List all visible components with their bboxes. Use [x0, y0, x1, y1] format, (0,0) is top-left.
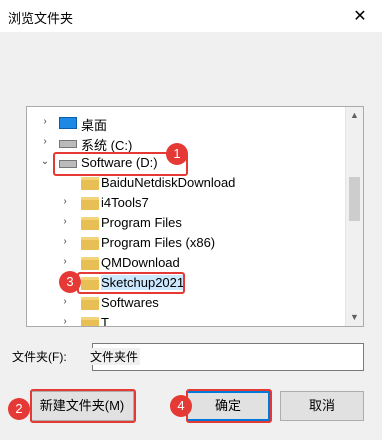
vertical-scrollbar[interactable]: ▲ ▼: [345, 107, 363, 326]
tree-item-label: i4Tools7: [101, 195, 149, 210]
badge-2: 2: [8, 398, 30, 420]
tree-item[interactable]: › T: [27, 313, 345, 327]
highlight-box-ok: [186, 389, 272, 423]
chevron-right-icon[interactable]: ›: [59, 296, 71, 310]
tree-item-label: BaiduNetdiskDownload: [101, 175, 236, 190]
highlight-box-sketchup: [77, 272, 185, 294]
desktop-icon: [59, 117, 77, 129]
chevron-right-icon[interactable]: ›: [59, 256, 71, 270]
window-title: 浏览文件夹: [8, 11, 74, 26]
tree-item[interactable]: › Softwares: [27, 293, 345, 313]
chevron-right-icon[interactable]: ›: [59, 236, 71, 250]
tree-item[interactable]: › i4Tools7: [27, 193, 345, 213]
folder-icon: [81, 237, 99, 250]
folder-tree[interactable]: › 桌面 › 系统 (C:) ⌄ Software (D:) BaiduNetdiskDow…: [26, 106, 364, 327]
chevron-right-icon[interactable]: ›: [59, 316, 71, 326]
scroll-up-icon[interactable]: ▲: [346, 107, 363, 124]
tree-item[interactable]: › QMDownload: [27, 253, 345, 273]
tree-item-label: Softwares: [101, 295, 159, 310]
folder-icon: [81, 177, 99, 190]
folder-name-value: 文件夹件: [88, 348, 141, 365]
tree-item[interactable]: › 桌面: [27, 113, 345, 133]
badge-1: 1: [166, 143, 188, 165]
tree-item-label: Program Files: [101, 215, 182, 230]
chevron-right-icon[interactable]: ›: [39, 116, 51, 130]
tree-item-label: QMDownload: [101, 255, 180, 270]
badge-3: 3: [59, 271, 81, 293]
tree-item[interactable]: › Program Files: [27, 213, 345, 233]
tree-item-label: 桌面: [81, 118, 108, 133]
scroll-down-icon[interactable]: ▼: [346, 309, 363, 326]
highlight-box-new-folder: [30, 389, 136, 423]
chevron-down-icon[interactable]: ⌄: [39, 156, 51, 170]
badge-4: 4: [170, 395, 192, 417]
folder-icon: [81, 257, 99, 270]
drive-icon: [59, 140, 77, 148]
folder-icon: [81, 217, 99, 230]
close-icon[interactable]: ✕: [338, 0, 382, 32]
folder-icon: [81, 317, 99, 326]
tree-item-label: Program Files (x86): [101, 235, 216, 250]
tree-item-label: T: [101, 315, 109, 327]
folder-label: 文件夹(F):: [12, 350, 67, 364]
chevron-right-icon[interactable]: ›: [39, 136, 51, 150]
tree-item[interactable]: › Program Files (x86): [27, 233, 345, 253]
scroll-thumb[interactable]: [349, 177, 360, 221]
cancel-button[interactable]: 取消: [280, 391, 364, 421]
folder-icon: [81, 197, 99, 210]
folder-icon: [81, 297, 99, 310]
chevron-right-icon[interactable]: ›: [59, 196, 71, 210]
chevron-right-icon[interactable]: ›: [59, 216, 71, 230]
tree-item[interactable]: BaiduNetdiskDownload: [27, 173, 345, 193]
title-bar: 浏览文件夹 ✕: [0, 0, 382, 32]
